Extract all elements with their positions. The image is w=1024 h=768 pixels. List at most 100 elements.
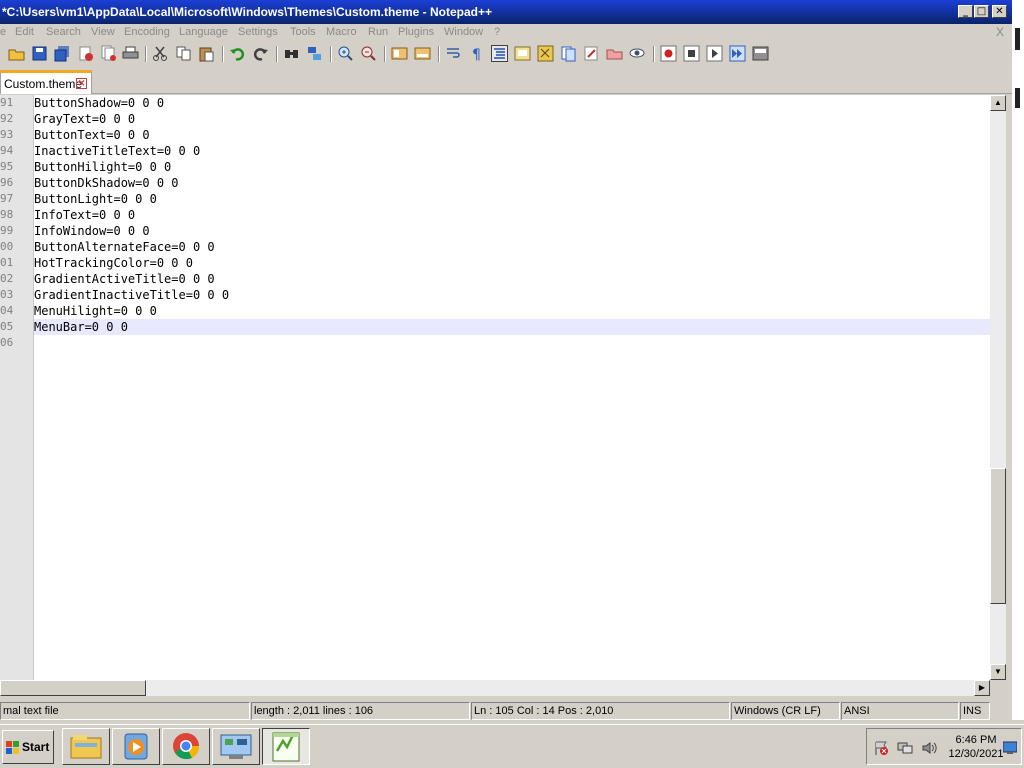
horizontal-scroll-thumb[interactable]	[0, 680, 146, 696]
notepadpp-icon[interactable]	[262, 728, 310, 765]
vertical-scrollbar[interactable]: ▲ ▼	[990, 95, 1006, 680]
minimize-button[interactable]: _	[958, 5, 973, 18]
menu-view[interactable]: View	[91, 26, 115, 38]
indent-guide-icon[interactable]	[491, 45, 508, 62]
undo-icon[interactable]	[229, 45, 246, 62]
print-icon[interactable]	[122, 45, 139, 62]
title-bar: *C:\Users\vm1\AppData\Local\Microsoft\Wi…	[0, 0, 1012, 24]
scroll-up-button[interactable]: ▲	[990, 95, 1006, 111]
code-line: ButtonShadow=0 0 0	[34, 96, 165, 110]
close-file-icon[interactable]	[77, 45, 94, 62]
explorer-icon[interactable]	[62, 728, 110, 765]
word-wrap-icon[interactable]	[445, 45, 462, 62]
close-document-button[interactable]: X	[996, 25, 1004, 39]
menu-macro[interactable]: Macro	[326, 26, 357, 38]
menu-settings[interactable]: Settings	[238, 26, 278, 38]
code-line: ButtonHilight=0 0 0	[34, 160, 172, 174]
line-number: 99	[0, 224, 14, 237]
show-all-characters-icon[interactable]: ¶	[468, 45, 485, 63]
media-player-icon[interactable]	[112, 728, 160, 765]
scroll-right-button[interactable]: ▶	[974, 680, 990, 696]
code-line: MenuHilight=0 0 0	[34, 304, 157, 318]
tab-bar: Custom.theme ✕	[0, 66, 1012, 94]
line-number: 93	[0, 128, 14, 141]
text-editor[interactable]: 91 ButtonShadow=0 0 0 92 GrayText=0 0 0 …	[0, 95, 1006, 680]
cut-icon[interactable]	[152, 45, 169, 62]
svg-text:¶: ¶	[472, 47, 481, 62]
status-bar: mal text file length : 2,011 lines : 106…	[0, 701, 1012, 721]
copy-icon[interactable]	[175, 45, 192, 62]
save-icon[interactable]	[31, 45, 48, 62]
line-number: 97	[0, 192, 14, 205]
clock-time: 6:46 PM	[955, 734, 997, 746]
user-defined-language-icon[interactable]	[514, 45, 531, 62]
menu-encoding[interactable]: Encoding	[124, 26, 170, 38]
menu-window[interactable]: Window	[444, 26, 483, 38]
play-macro-icon[interactable]	[706, 45, 723, 62]
code-line: ButtonAlternateFace=0 0 0	[34, 240, 215, 254]
code-line: InfoText=0 0 0	[34, 208, 136, 222]
code-line: ButtonDkShadow=0 0 0	[34, 176, 179, 190]
network-icon[interactable]	[897, 740, 913, 759]
chrome-icon[interactable]	[162, 728, 210, 765]
menu-search[interactable]: Search	[46, 26, 81, 38]
line-number: 03	[0, 288, 14, 301]
menu-tools[interactable]: Tools	[290, 26, 316, 38]
maximize-button[interactable]: □	[974, 5, 989, 18]
paste-icon[interactable]	[198, 45, 215, 62]
menu-language[interactable]: Language	[179, 26, 228, 38]
open-file-icon[interactable]	[8, 45, 25, 62]
scroll-down-button[interactable]: ▼	[990, 664, 1006, 680]
clock[interactable]: 6:46 PM 12/30/2021	[947, 733, 1005, 761]
code-line: HotTrackingColor=0 0 0	[34, 256, 193, 270]
line-number: 92	[0, 112, 14, 125]
code-line: GradientInactiveTitle=0 0 0	[34, 288, 230, 302]
horizontal-scrollbar[interactable]: ▶	[0, 680, 990, 696]
save-all-icon[interactable]	[54, 45, 71, 62]
folder-icon[interactable]	[606, 45, 623, 62]
vertical-scroll-thumb[interactable]	[990, 468, 1006, 604]
menu-run[interactable]: Run	[368, 26, 388, 38]
start-label: Start	[22, 740, 50, 754]
tab-close-icon[interactable]: ✕	[76, 78, 87, 89]
action-center-flag-icon[interactable]	[873, 740, 889, 759]
run-macro-multiple-icon[interactable]	[729, 45, 746, 62]
replace-icon[interactable]	[306, 45, 323, 62]
tab-custom-theme[interactable]: Custom.theme ✕	[0, 70, 92, 94]
status-encoding: ANSI	[841, 702, 959, 720]
redo-icon[interactable]	[252, 45, 269, 62]
start-button[interactable]: Start	[2, 730, 54, 764]
zoom-in-icon[interactable]	[337, 45, 354, 62]
monitoring-icon[interactable]	[629, 45, 646, 62]
document-map-icon[interactable]	[537, 45, 554, 62]
record-macro-icon[interactable]	[660, 45, 677, 62]
close-all-icon[interactable]	[100, 45, 117, 62]
menu-file[interactable]: e	[0, 26, 6, 38]
sync-horizontal-icon[interactable]	[414, 45, 431, 62]
line-number: 01	[0, 256, 14, 269]
menu-plugins[interactable]: Plugins	[398, 26, 434, 38]
line-number: 95	[0, 160, 14, 173]
sync-vertical-icon[interactable]	[391, 45, 408, 62]
show-desktop-icon[interactable]	[1002, 741, 1018, 758]
find-icon[interactable]	[283, 45, 300, 62]
save-macro-icon[interactable]	[752, 45, 769, 62]
close-button[interactable]: ✕	[992, 5, 1007, 18]
line-number: 96	[0, 176, 14, 189]
stop-macro-icon[interactable]	[683, 45, 700, 62]
menu-help[interactable]: ?	[494, 26, 500, 38]
code-line: GradientActiveTitle=0 0 0	[34, 272, 215, 286]
function-list-icon[interactable]	[560, 45, 577, 62]
zoom-out-icon[interactable]	[360, 45, 377, 62]
line-number: 94	[0, 144, 14, 157]
folder-as-workspace-icon[interactable]	[583, 45, 600, 62]
line-number: 04	[0, 304, 14, 317]
control-panel-icon[interactable]	[212, 728, 260, 765]
line-number: 91	[0, 96, 14, 109]
windows-logo-icon	[6, 741, 19, 754]
menu-bar: e Edit Search View Encoding Language Set…	[0, 24, 1012, 42]
volume-icon[interactable]	[921, 740, 937, 759]
background-desktop-strip	[1012, 0, 1024, 720]
line-number: 00	[0, 240, 14, 253]
menu-edit[interactable]: Edit	[15, 26, 34, 38]
